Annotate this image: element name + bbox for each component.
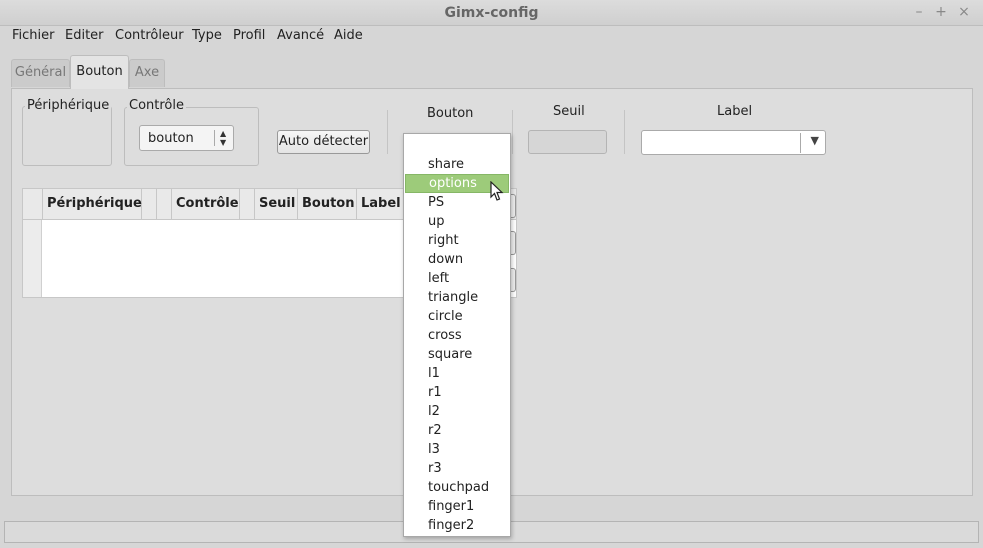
title-bar: Gimx-config – + ×: [0, 0, 983, 26]
header-blank: [157, 189, 172, 220]
seuil-input: [528, 130, 607, 154]
dropdown-item-up[interactable]: up: [405, 212, 509, 231]
dropdown-item-left[interactable]: left: [405, 269, 509, 288]
separator: [512, 110, 513, 154]
menu-fichier[interactable]: Fichier: [12, 28, 55, 43]
header-seuil[interactable]: Seuil: [255, 189, 298, 220]
menu-editer[interactable]: Editer: [65, 28, 104, 43]
controle-label: Contrôle: [127, 98, 186, 113]
dropdown-item-right[interactable]: right: [405, 231, 509, 250]
dropdown-item-share[interactable]: share: [405, 155, 509, 174]
header-controle[interactable]: Contrôle: [172, 189, 240, 220]
menu-controleur[interactable]: Contrôleur: [115, 28, 184, 43]
menu-aide[interactable]: Aide: [334, 28, 363, 43]
close-icon[interactable]: ×: [955, 3, 973, 21]
minimize-icon[interactable]: –: [910, 3, 928, 21]
bouton-label: Bouton: [427, 106, 474, 121]
menu-avance[interactable]: Avancé: [277, 28, 324, 43]
spin-down-icon[interactable]: ▼: [220, 138, 226, 147]
dropdown-item-square[interactable]: square: [405, 345, 509, 364]
dropdown-item-l1[interactable]: l1: [405, 364, 509, 383]
window-title: Gimx-config: [444, 5, 539, 21]
header-label[interactable]: Label: [357, 189, 407, 220]
maximize-icon[interactable]: +: [932, 3, 950, 21]
dropdown-item-touchpad[interactable]: touchpad: [405, 478, 509, 497]
dropdown-item-r3[interactable]: r3: [405, 459, 509, 478]
controle-value: bouton: [148, 131, 194, 146]
peripherique-label: Périphérique: [25, 98, 112, 113]
controle-spinner[interactable]: bouton ▲ ▼: [139, 125, 234, 151]
separator: [387, 110, 388, 154]
dropdown-item-l2[interactable]: l2: [405, 402, 509, 421]
label-combo[interactable]: ▼: [641, 130, 826, 155]
header-blank: [142, 189, 157, 220]
dropdown-item-down[interactable]: down: [405, 250, 509, 269]
header-gutter: [23, 189, 43, 220]
dropdown-item-finger2[interactable]: finger2: [405, 516, 509, 535]
dropdown-item-triangle[interactable]: triangle: [405, 288, 509, 307]
tab-bouton[interactable]: Bouton: [70, 55, 129, 89]
menu-type[interactable]: Type: [192, 28, 222, 43]
combo-separator: [800, 133, 801, 153]
dropdown-item-cross[interactable]: cross: [405, 326, 509, 345]
dropdown-item-r1[interactable]: r1: [405, 383, 509, 402]
header-bouton[interactable]: Bouton: [298, 189, 357, 220]
header-peripherique[interactable]: Périphérique: [43, 189, 142, 220]
menu-profil[interactable]: Profil: [233, 28, 265, 43]
tab-general[interactable]: Général: [11, 59, 70, 87]
auto-detect-button[interactable]: Auto détecter: [277, 130, 370, 154]
row-gutter: [23, 220, 42, 297]
spin-up-icon[interactable]: ▲: [220, 129, 226, 138]
mouse-cursor-icon: [490, 181, 504, 201]
header-blank: [240, 189, 255, 220]
seuil-label: Seuil: [553, 104, 585, 119]
dropdown-item-r2[interactable]: r2: [405, 421, 509, 440]
separator: [624, 110, 625, 154]
peripherique-frame: [22, 106, 112, 166]
spinner-separator: [214, 130, 215, 146]
dropdown-item-l3[interactable]: l3: [405, 440, 509, 459]
menu-bar: Fichier Editer Contrôleur Type Profil Av…: [0, 26, 983, 46]
tab-axe[interactable]: Axe: [129, 59, 165, 87]
dropdown-item-finger1[interactable]: finger1: [405, 497, 509, 516]
label-label: Label: [717, 104, 753, 119]
chevron-down-icon[interactable]: ▼: [811, 134, 819, 147]
dropdown-item-circle[interactable]: circle: [405, 307, 509, 326]
